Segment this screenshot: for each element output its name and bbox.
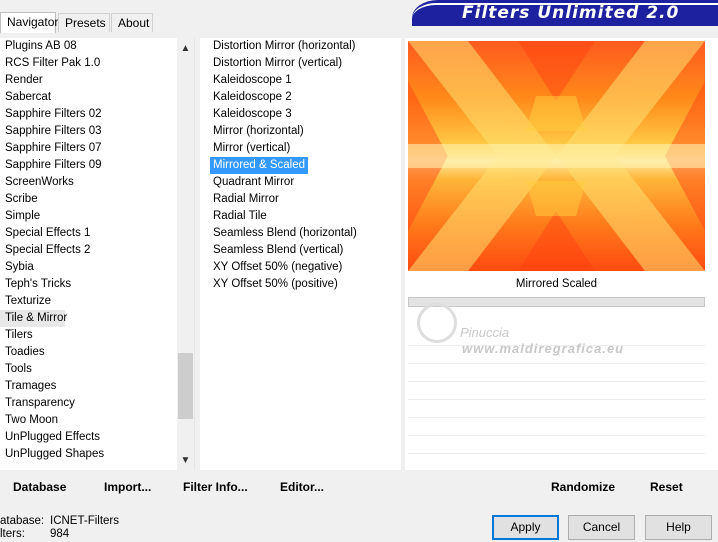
filter-item[interactable]: Kaleidoscope 1 [200, 72, 401, 89]
filter-item[interactable]: Quadrant Mirror [200, 174, 401, 191]
filter-item-label: Mirror (horizontal) [213, 125, 304, 137]
filter-item[interactable]: XY Offset 50% (negative) [200, 259, 401, 276]
filter-item[interactable]: Mirror (vertical) [200, 140, 401, 157]
filter-item-label: Kaleidoscope 1 [213, 74, 292, 86]
scroll-up-icon[interactable]: ▲ [177, 40, 194, 57]
category-item[interactable]: Render [0, 72, 194, 89]
preview-label: Mirrored Scaled [515, 278, 598, 290]
category-item[interactable]: UnPlugged Effects [0, 429, 194, 446]
filter-item-label: Distortion Mirror (vertical) [213, 57, 343, 69]
category-item[interactable]: RCS Filter Pak 1.0 [0, 55, 194, 72]
category-item[interactable]: Special Effects 1 [0, 225, 194, 242]
filter-item[interactable]: Seamless Blend (vertical) [200, 242, 401, 259]
filters-status-value: 984 [50, 528, 70, 540]
tab-presets[interactable]: Presets [58, 13, 110, 32]
import-button[interactable]: Import... [104, 480, 151, 494]
filter-item-label: Kaleidoscope 2 [213, 91, 292, 103]
category-item[interactable]: Sapphire Filters 03 [0, 123, 194, 140]
category-item[interactable]: Two Moon [0, 412, 194, 429]
category-item[interactable]: Toadies [0, 344, 194, 361]
category-item[interactable]: UnPlugged Shapes [0, 446, 194, 463]
category-item[interactable]: Tile & Mirror [0, 310, 67, 327]
filter-item-label: XY Offset 50% (negative) [213, 261, 343, 273]
banner-title: Filters Unlimited 2.0 [462, 3, 680, 23]
param-row-divider [408, 453, 705, 454]
database-button[interactable]: Database [13, 480, 66, 494]
category-item[interactable]: Transparency [0, 395, 194, 412]
filter-item-label: Quadrant Mirror [213, 176, 295, 188]
category-item[interactable]: Plugins AB 08 [0, 38, 194, 55]
tab-about[interactable]: About [111, 13, 153, 32]
category-item[interactable]: Sybia [0, 259, 194, 276]
watermark-logo-icon [417, 303, 457, 343]
category-list[interactable]: Plugins AB 08 RCS Filter Pak 1.0 Render Sab… [0, 38, 195, 470]
editor-button[interactable]: Editor... [280, 480, 324, 494]
category-item[interactable]: Special Effects 2 [0, 242, 194, 259]
scroll-thumb[interactable] [178, 353, 193, 419]
param-row-divider [408, 417, 705, 418]
filter-item[interactable]: Kaleidoscope 2 [200, 89, 401, 106]
filter-item-label: XY Offset 50% (positive) [213, 278, 338, 290]
category-item[interactable]: Teph's Tricks [0, 276, 194, 293]
database-status-label: atabase: [0, 515, 45, 527]
param-row-divider [408, 435, 705, 436]
scroll-down-icon[interactable]: ▼ [177, 452, 194, 469]
param-row-divider [408, 363, 705, 364]
filters-status-label: lters: [0, 528, 25, 540]
cancel-button[interactable]: Cancel [568, 515, 635, 540]
category-item[interactable]: Scribe [0, 191, 194, 208]
param-row-divider [408, 399, 705, 400]
category-item[interactable]: ScreenWorks [0, 174, 194, 191]
help-button[interactable]: Help [645, 515, 712, 540]
category-item[interactable]: Tramages [0, 378, 194, 395]
filter-item[interactable]: Distortion Mirror (horizontal) [200, 38, 401, 55]
filter-item-label: Mirror (vertical) [213, 142, 291, 154]
category-item[interactable]: Simple [0, 208, 194, 225]
preview-image [408, 41, 705, 271]
filter-item[interactable]: Distortion Mirror (vertical) [200, 55, 401, 72]
filter-item-label: Distortion Mirror (horizontal) [213, 40, 356, 52]
filter-item-label: Kaleidoscope 3 [213, 108, 292, 120]
category-item[interactable]: Sabercat [0, 89, 194, 106]
category-item[interactable]: Tools [0, 361, 194, 378]
filter-item[interactable]: XY Offset 50% (positive) [200, 276, 401, 293]
category-item[interactable]: Sapphire Filters 09 [0, 157, 194, 174]
apply-button[interactable]: Apply [492, 515, 559, 540]
filter-item[interactable]: Mirror (horizontal) [200, 123, 401, 140]
filter-item[interactable]: Mirrored & Scaled [200, 157, 401, 174]
filter-item-label: Seamless Blend (vertical) [213, 244, 344, 256]
filter-item-label: Mirrored & Scaled [210, 157, 309, 174]
database-status-value: ICNET-Filters [50, 515, 119, 527]
watermark-name: Pinuccia [460, 325, 510, 340]
reset-button[interactable]: Reset [650, 480, 683, 494]
title-banner: Filters Unlimited 2.0 [412, 0, 718, 26]
watermark-url: www.maldiregrafica.eu [462, 341, 625, 356]
param-row-divider [408, 381, 705, 382]
category-scrollbar[interactable]: ▲ ▼ [177, 38, 194, 470]
category-item[interactable]: Texturize [0, 293, 194, 310]
filter-item-label: Radial Tile [213, 210, 267, 222]
category-item[interactable]: Sapphire Filters 07 [0, 140, 194, 157]
randomize-button[interactable]: Randomize [551, 480, 615, 494]
filter-item[interactable]: Radial Tile [200, 208, 401, 225]
filter-info-button[interactable]: Filter Info... [183, 480, 248, 494]
parameter-slider[interactable] [408, 297, 705, 307]
category-item[interactable]: Tilers [0, 327, 194, 344]
filter-item[interactable]: Kaleidoscope 3 [200, 106, 401, 123]
tab-navigator[interactable]: Navigator [0, 12, 58, 33]
category-item[interactable]: Sapphire Filters 02 [0, 106, 194, 123]
preview-pattern [408, 41, 705, 271]
filter-list[interactable]: Distortion Mirror (horizontal) Distortion… [200, 38, 401, 470]
filter-item-label: Radial Mirror [213, 193, 279, 205]
filter-item[interactable]: Seamless Blend (horizontal) [200, 225, 401, 242]
filter-item[interactable]: Radial Mirror [200, 191, 401, 208]
filter-item-label: Seamless Blend (horizontal) [213, 227, 357, 239]
